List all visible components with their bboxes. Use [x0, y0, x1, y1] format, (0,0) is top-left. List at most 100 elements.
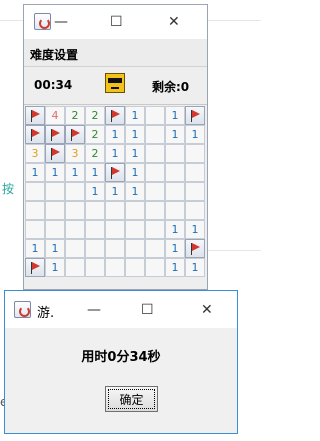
empty-cell[interactable]: [25, 182, 45, 201]
empty-cell[interactable]: [145, 163, 165, 182]
empty-cell[interactable]: [145, 125, 165, 144]
number-cell[interactable]: 1: [125, 163, 145, 182]
maximize-button[interactable]: ☐: [110, 14, 123, 30]
number-cell[interactable]: 2: [85, 106, 105, 125]
number-cell[interactable]: 1: [165, 125, 185, 144]
flag-icon: [52, 129, 60, 137]
number-cell[interactable]: 1: [25, 239, 45, 258]
number-cell[interactable]: 1: [85, 163, 105, 182]
empty-cell[interactable]: [65, 182, 85, 201]
menu-item-difficulty[interactable]: 难度设置: [30, 48, 78, 62]
flagged-cell[interactable]: [65, 125, 85, 144]
number-cell[interactable]: 3: [25, 144, 45, 163]
number-cell[interactable]: 1: [45, 258, 65, 277]
close-button[interactable]: ✕: [168, 14, 180, 30]
number-cell[interactable]: 1: [125, 106, 145, 125]
number-cell[interactable]: 1: [45, 239, 65, 258]
number-cell[interactable]: 1: [185, 220, 205, 239]
empty-cell[interactable]: [25, 201, 45, 220]
empty-cell[interactable]: [145, 201, 165, 220]
number-cell[interactable]: 1: [25, 163, 45, 182]
ok-button[interactable]: 确定: [105, 386, 158, 412]
number-cell[interactable]: 1: [85, 182, 105, 201]
dialog-maximize-button[interactable]: ☐: [141, 302, 154, 318]
mines-remaining: 剩余:0: [152, 80, 190, 94]
empty-cell[interactable]: [185, 144, 205, 163]
empty-cell[interactable]: [125, 220, 145, 239]
number-cell[interactable]: 2: [85, 125, 105, 144]
empty-cell[interactable]: [105, 201, 125, 220]
menu-bar: 难度设置: [24, 39, 207, 67]
empty-cell[interactable]: [145, 239, 165, 258]
number-cell[interactable]: 1: [125, 125, 145, 144]
number-cell[interactable]: 1: [165, 239, 185, 258]
dialog-titlebar: 游. — ☐ ✕: [5, 291, 237, 328]
flagged-cell[interactable]: [25, 106, 45, 125]
flagged-cell[interactable]: [185, 106, 205, 125]
flag-icon: [32, 110, 40, 118]
number-cell[interactable]: 1: [165, 258, 185, 277]
empty-cell[interactable]: [145, 144, 165, 163]
empty-cell[interactable]: [165, 144, 185, 163]
empty-cell[interactable]: [25, 220, 45, 239]
empty-cell[interactable]: [105, 258, 125, 277]
empty-cell[interactable]: [85, 201, 105, 220]
sunglasses-face-button[interactable]: [105, 73, 125, 93]
flagged-cell[interactable]: [45, 125, 65, 144]
empty-cell[interactable]: [105, 239, 125, 258]
number-cell[interactable]: 1: [185, 258, 205, 277]
number-cell[interactable]: 1: [105, 125, 125, 144]
flag-icon: [112, 110, 120, 118]
empty-cell[interactable]: [85, 220, 105, 239]
flagged-cell[interactable]: [105, 163, 125, 182]
number-cell[interactable]: 2: [65, 106, 85, 125]
flagged-cell[interactable]: [25, 125, 45, 144]
number-cell[interactable]: 3: [65, 144, 85, 163]
number-cell[interactable]: 1: [65, 163, 85, 182]
sunglasses-icon: [108, 78, 122, 83]
empty-cell[interactable]: [65, 220, 85, 239]
number-cell[interactable]: 1: [125, 182, 145, 201]
flagged-cell[interactable]: [185, 239, 205, 258]
empty-cell[interactable]: [145, 220, 165, 239]
empty-cell[interactable]: [185, 201, 205, 220]
empty-cell[interactable]: [185, 163, 205, 182]
number-cell[interactable]: 1: [45, 163, 65, 182]
empty-cell[interactable]: [45, 220, 65, 239]
dialog-minimize-button[interactable]: —: [87, 302, 101, 318]
flag-icon: [192, 110, 200, 118]
empty-cell[interactable]: [185, 182, 205, 201]
empty-cell[interactable]: [145, 258, 165, 277]
empty-cell[interactable]: [125, 258, 145, 277]
empty-cell[interactable]: [165, 201, 185, 220]
number-cell[interactable]: 1: [105, 182, 125, 201]
flagged-cell[interactable]: [105, 106, 125, 125]
empty-cell[interactable]: [125, 201, 145, 220]
minimize-button[interactable]: —: [54, 14, 68, 30]
empty-cell[interactable]: [165, 182, 185, 201]
empty-cell[interactable]: [65, 201, 85, 220]
number-cell[interactable]: 2: [85, 144, 105, 163]
number-cell[interactable]: 1: [185, 125, 205, 144]
dialog-close-button[interactable]: ✕: [201, 302, 213, 318]
empty-cell[interactable]: [85, 239, 105, 258]
empty-cell[interactable]: [165, 163, 185, 182]
number-cell[interactable]: 4: [45, 106, 65, 125]
number-cell[interactable]: 1: [105, 144, 125, 163]
empty-cell[interactable]: [125, 239, 145, 258]
flag-icon: [32, 129, 40, 137]
empty-cell[interactable]: [145, 182, 165, 201]
number-cell[interactable]: 1: [165, 220, 185, 239]
empty-cell[interactable]: [45, 182, 65, 201]
flagged-cell[interactable]: [25, 258, 45, 277]
empty-cell[interactable]: [145, 106, 165, 125]
empty-cell[interactable]: [105, 220, 125, 239]
empty-cell[interactable]: [65, 258, 85, 277]
empty-cell[interactable]: [85, 258, 105, 277]
empty-cell[interactable]: [65, 239, 85, 258]
number-cell[interactable]: 1: [125, 144, 145, 163]
empty-cell[interactable]: [45, 201, 65, 220]
number-cell[interactable]: 1: [165, 106, 185, 125]
status-bar: 00:34 剩余:0: [24, 67, 207, 105]
flagged-cell[interactable]: [45, 144, 65, 163]
